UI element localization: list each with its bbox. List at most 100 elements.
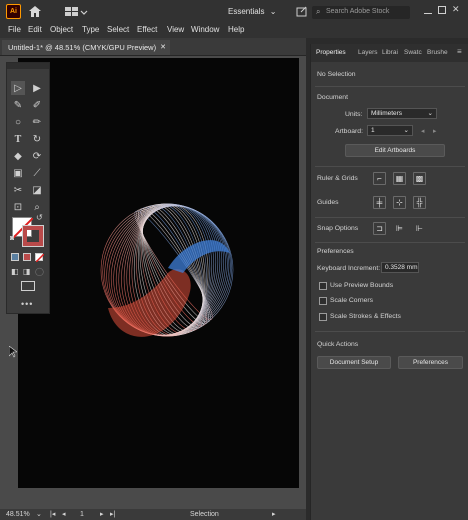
quick-actions-heading: Quick Actions (317, 341, 359, 348)
toolbox-header[interactable] (7, 63, 49, 69)
screen-mode-icon[interactable] (21, 281, 35, 291)
artboard[interactable] (18, 58, 299, 488)
divider (315, 86, 465, 87)
tab-layers[interactable]: Layers (358, 49, 378, 56)
menu-edit[interactable]: Edit (28, 25, 42, 34)
zoom-tool-icon[interactable]: ⌕ (30, 200, 44, 214)
document-setup-button[interactable]: Document Setup (317, 356, 391, 369)
blend-tool-icon[interactable]: ✂ (11, 183, 25, 197)
keyboard-increment-value: 0.3528 mm (385, 264, 418, 271)
snap-to-pixel-icon[interactable]: ⊫ (393, 222, 406, 235)
use-preview-bounds-checkbox[interactable] (319, 282, 327, 290)
tab-brushes[interactable]: Brushe (427, 49, 448, 56)
swap-fill-stroke-icon[interactable]: ↺ (36, 213, 43, 222)
smart-guides-icon[interactable]: ╬ (413, 196, 426, 209)
gradient-mode-icon[interactable] (23, 253, 31, 261)
artboard-select[interactable]: 1 ⌄ (367, 125, 413, 136)
divider (315, 217, 465, 218)
workspace-switcher[interactable]: Essentials ⌄ (228, 7, 290, 19)
panel-menu-icon[interactable]: ≡ (457, 47, 462, 56)
zoom-chevron-icon[interactable]: ⌄ (36, 510, 42, 518)
close-tab-icon[interactable]: ✕ (160, 43, 166, 51)
preferences-button[interactable]: Preferences (398, 356, 463, 369)
eraser-tool-icon[interactable]: ◆ (11, 149, 25, 163)
snap-to-glyph-icon[interactable]: ⊩ (413, 222, 426, 235)
draw-mode-icon[interactable]: ◧ (11, 267, 19, 276)
menu-select[interactable]: Select (107, 25, 129, 34)
ellipse-tool-icon[interactable]: ○ (11, 115, 25, 129)
draw-inside-icon[interactable]: ◯ (35, 267, 44, 276)
edit-artboards-button[interactable]: Edit Artboards (345, 144, 445, 157)
units-select[interactable]: Millimeters ⌄ (367, 108, 437, 119)
lock-guides-icon[interactable]: ⊹ (393, 196, 406, 209)
artboard-number[interactable]: 1 (80, 511, 84, 518)
tab-properties[interactable]: Properties (316, 49, 346, 56)
scale-corners-label: Scale Corners (330, 297, 374, 304)
rotate-tool-icon[interactable]: ↻ (30, 132, 44, 146)
menu-object[interactable]: Object (50, 25, 73, 34)
ruler-grids-label: Ruler & Grids (317, 175, 358, 182)
maximize-icon[interactable] (438, 6, 446, 14)
share-icon[interactable] (296, 6, 308, 18)
color-mode-icon[interactable] (11, 253, 19, 261)
transparency-grid-icon[interactable]: ▩ (413, 172, 426, 185)
snap-to-point-icon[interactable]: ⊐ (373, 222, 386, 235)
close-window-icon[interactable]: ✕ (452, 4, 460, 15)
first-artboard-icon[interactable]: |◂ (50, 510, 55, 518)
divider (315, 166, 465, 167)
panel-tabs: Properties Layers Librai Swatc Brushe ≡ (311, 44, 468, 62)
prev-artboard-icon[interactable]: ◂ (421, 127, 424, 135)
next-artboard-icon[interactable]: ▸ (433, 127, 436, 135)
artboard-tool-icon[interactable]: ⊡ (11, 200, 25, 214)
status-arrow-icon[interactable]: ▸ (272, 510, 276, 518)
next-artboard-icon[interactable]: ▸ (100, 510, 104, 518)
spiral-ring (108, 205, 228, 336)
selection-tool-icon[interactable]: ▷ (11, 81, 25, 95)
none-mode-icon[interactable] (35, 253, 45, 263)
stock-search-input[interactable]: ⌕ Search Adobe Stock (312, 6, 410, 19)
keyboard-increment-input[interactable]: 0.3528 mm (381, 262, 419, 273)
menu-help[interactable]: Help (228, 25, 244, 34)
tab-swatches[interactable]: Swatc (404, 49, 422, 56)
eyedropper-tool-icon[interactable]: ⟋ (30, 166, 44, 180)
pen-tool-icon[interactable]: ✎ (11, 98, 25, 112)
type-tool-icon[interactable]: T (11, 132, 25, 146)
direct-selection-tool-icon[interactable]: ▶ (30, 81, 44, 95)
current-tool-label: Selection (190, 511, 219, 518)
more-tools-icon[interactable]: ••• (21, 299, 33, 309)
draw-behind-icon[interactable]: ◨ (23, 267, 31, 276)
gradient-tool-icon[interactable]: ▣ (11, 166, 25, 180)
ruler-icon[interactable]: ⌐ (373, 172, 386, 185)
arrange-documents-icon[interactable] (64, 6, 88, 18)
red-swoosh (108, 269, 191, 337)
chevron-down-icon: ⌄ (403, 127, 409, 134)
menu-file[interactable]: File (8, 25, 21, 34)
paintbrush-tool-icon[interactable]: ✏ (30, 115, 44, 129)
grid-icon[interactable]: ▦ (393, 172, 406, 185)
scale-corners-checkbox[interactable] (319, 297, 327, 305)
last-artboard-icon[interactable]: ▸| (110, 510, 115, 518)
prev-artboard-icon[interactable]: ◂ (62, 510, 66, 518)
scale-strokes-checkbox[interactable] (319, 313, 327, 321)
curvature-tool-icon[interactable]: ✐ (30, 98, 44, 112)
properties-panel: Properties Layers Librai Swatc Brushe ≡ … (310, 44, 468, 520)
lasso-tool-icon[interactable]: ⟳ (30, 149, 44, 163)
stroke-swatch[interactable] (22, 225, 44, 247)
menu-view[interactable]: View (167, 25, 184, 34)
zoom-level[interactable]: 48.51% (6, 511, 30, 518)
search-icon: ⌕ (316, 7, 321, 16)
home-icon[interactable] (28, 5, 42, 18)
document-tabbar: Untitled-1* @ 48.51% (CMYK/GPU Preview) … (0, 38, 306, 56)
shape-builder-tool-icon[interactable]: ◪ (30, 183, 44, 197)
chevron-down-icon: ⌄ (269, 7, 277, 16)
document-tab[interactable]: Untitled-1* @ 48.51% (CMYK/GPU Preview) … (2, 40, 170, 55)
menu-effect[interactable]: Effect (137, 25, 157, 34)
minimize-icon[interactable] (424, 6, 432, 14)
menu-type[interactable]: Type (82, 25, 99, 34)
menu-window[interactable]: Window (191, 25, 219, 34)
ai-logo[interactable]: Ai (6, 4, 21, 19)
default-colors-icon[interactable]: ◙ (10, 235, 14, 242)
show-guides-icon[interactable]: ╪ (373, 196, 386, 209)
tab-libraries[interactable]: Librai (382, 49, 398, 56)
spiral-artwork[interactable] (18, 58, 299, 488)
